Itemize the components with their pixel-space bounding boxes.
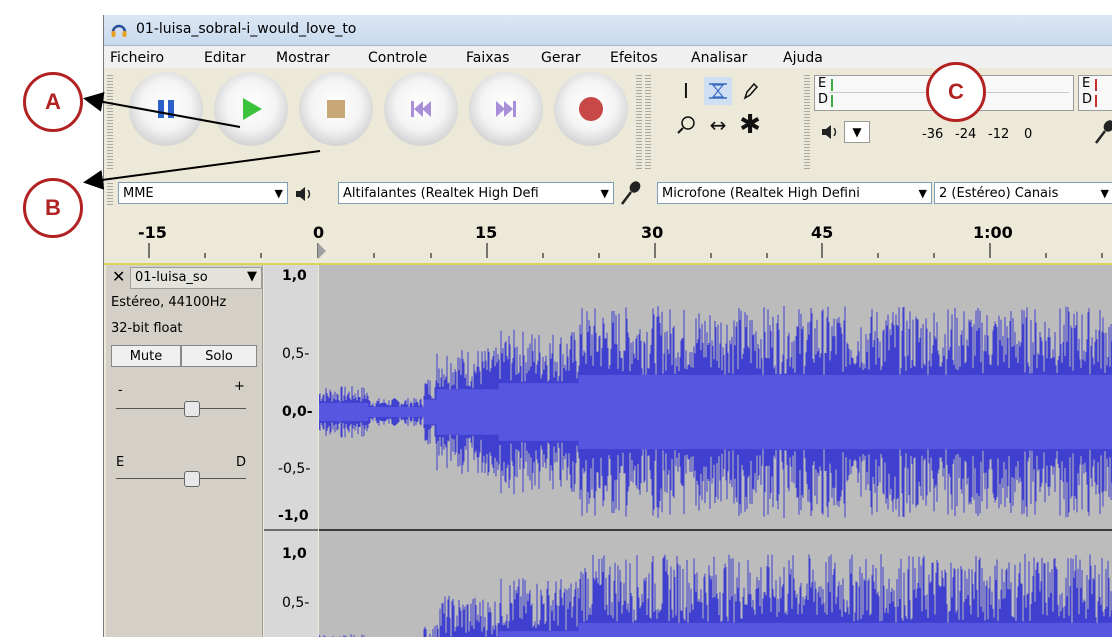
waveform	[318, 305, 1112, 637]
menu-editar[interactable]: Editar	[204, 50, 245, 66]
window-title: 01-luisa_sobral-i_would_love_to	[136, 21, 357, 37]
menu-faixas[interactable]: Faixas	[466, 50, 509, 66]
skip-to-start-button[interactable]	[384, 72, 458, 146]
input-device-select[interactable]: Microfone (Realtek High Defini ▼	[657, 182, 932, 204]
pause-icon	[158, 100, 174, 118]
waveform-display[interactable]	[318, 265, 1112, 637]
tools-toolbar-grip[interactable]	[636, 73, 642, 169]
callout-a: A	[23, 72, 83, 132]
input-device-value: Microfone (Realtek High Defini	[662, 186, 860, 201]
record-icon	[579, 97, 603, 121]
gain-slider[interactable]	[116, 401, 246, 417]
mute-button[interactable]: Mute	[111, 345, 181, 367]
menu-controle[interactable]: Controle	[368, 50, 427, 66]
menu-ajuda[interactable]: Ajuda	[783, 50, 823, 66]
meter-scale-24: -24	[955, 127, 977, 142]
title-bar: 01-luisa_sobral-i_would_love_to	[104, 15, 1112, 46]
gain-minus-label: -	[118, 383, 123, 398]
gain-plus-label: +	[234, 379, 245, 394]
record-button[interactable]	[554, 72, 628, 146]
play-button[interactable]	[214, 72, 288, 146]
meter-scale-0: 0	[1024, 127, 1033, 142]
playhead-marker	[318, 243, 326, 259]
scale-top-minus05: -0,5-	[278, 461, 311, 477]
microphone-icon	[620, 180, 642, 210]
vertical-scale: 1,0 0,5- 0,0- -0,5- -1,0 1,0 0,5-	[264, 265, 318, 637]
tools-toolbar-grip-2	[645, 73, 651, 169]
multi-tool-icon[interactable]: ✱	[736, 110, 764, 140]
menu-mostrar[interactable]: Mostrar	[276, 50, 330, 66]
chevron-down-icon: ▼	[1100, 187, 1109, 200]
headphones-icon	[111, 24, 127, 37]
pan-slider[interactable]	[116, 471, 246, 487]
menu-ficheiro[interactable]: Ficheiro	[110, 50, 164, 66]
track-area: ✕ 01-luisa_so ▼ Estéreo, 44100Hz 32-bit …	[104, 265, 1112, 637]
record-meter-right-label: D	[1082, 92, 1093, 107]
input-channels-value: 2 (Estéreo) Canais	[939, 186, 1059, 201]
scale-bottom-1: 1,0	[282, 546, 307, 562]
chevron-down-icon: ▼	[852, 125, 862, 139]
track-name-menu[interactable]: 01-luisa_so ▼	[130, 267, 262, 289]
zoom-tool-icon[interactable]	[672, 111, 700, 139]
ruler-ticks	[148, 243, 1103, 259]
transport-toolbar-grip[interactable]	[107, 73, 113, 169]
timeshift-tool-icon[interactable]: ↔	[704, 111, 732, 139]
stop-icon	[327, 100, 345, 118]
menu-efeitos[interactable]: Efeitos	[610, 50, 658, 66]
meter-scale-36: -36	[922, 127, 944, 142]
track-name: 01-luisa_so	[135, 270, 208, 285]
track-bit-depth: 32-bit float	[111, 321, 183, 336]
skip-to-end-icon	[496, 101, 516, 117]
pan-left-label: E	[116, 455, 125, 470]
record-meter-left-label: E	[1082, 76, 1091, 91]
device-toolbar: MME ▼ Altifalantes (Realtek High Defi ▼ Mi…	[104, 178, 1112, 208]
playback-meter-left-label: E	[818, 76, 827, 91]
pause-button[interactable]	[129, 72, 203, 146]
mute-label: Mute	[129, 349, 163, 364]
chevron-down-icon: ▼	[274, 187, 283, 200]
pan-right-label: D	[236, 455, 247, 470]
selection-tool-icon[interactable]: I	[672, 77, 700, 105]
stop-button[interactable]	[299, 72, 373, 146]
microphone-icon[interactable]	[1094, 119, 1112, 149]
audio-host-select[interactable]: MME ▼	[118, 182, 288, 204]
menu-gerar[interactable]: Gerar	[541, 50, 581, 66]
chevron-down-icon: ▼	[918, 187, 927, 200]
device-toolbar-grip[interactable]	[107, 181, 113, 205]
skip-to-end-button[interactable]	[469, 72, 543, 146]
scale-top-0: 0,0-	[282, 404, 313, 420]
solo-button[interactable]: Solo	[181, 345, 257, 367]
close-track-icon[interactable]: ✕	[112, 269, 128, 285]
audio-host-value: MME	[123, 186, 154, 201]
callout-b: B	[23, 178, 83, 238]
speaker-icon[interactable]	[820, 123, 840, 145]
chevron-down-icon: ▼	[247, 269, 257, 284]
output-device-value: Altifalantes (Realtek High Defi	[343, 186, 539, 201]
scale-top-05: 0,5-	[282, 346, 310, 362]
timeline-ruler[interactable]: -15 0 15 30 45 1:00	[104, 213, 1112, 265]
meter-toolbar-grip[interactable]	[804, 73, 810, 169]
chevron-down-icon: ▼	[600, 187, 609, 200]
scale-top-minus1: -1,0	[278, 508, 309, 524]
draw-tool-icon[interactable]	[736, 77, 764, 105]
envelope-tool-icon[interactable]	[704, 77, 732, 105]
menu-analisar[interactable]: Analisar	[691, 50, 747, 66]
track-format: Estéreo, 44100Hz	[111, 295, 227, 310]
speaker-icon	[294, 185, 314, 207]
callout-c: C	[926, 62, 986, 122]
solo-label: Solo	[205, 349, 233, 364]
track-control-panel: ✕ 01-luisa_so ▼ Estéreo, 44100Hz 32-bit …	[106, 265, 263, 637]
play-icon	[243, 98, 262, 120]
output-device-select[interactable]: Altifalantes (Realtek High Defi ▼	[338, 182, 614, 204]
gain-slider-thumb[interactable]	[184, 401, 200, 417]
record-meter[interactable]: E D	[1078, 75, 1112, 111]
meter-options-dropdown[interactable]: ▼	[844, 121, 870, 143]
scale-bottom-05: 0,5-	[282, 595, 310, 611]
pan-slider-thumb[interactable]	[184, 471, 200, 487]
playback-meter-right-label: D	[818, 92, 829, 107]
skip-to-start-icon	[411, 101, 431, 117]
scale-top-1: 1,0	[282, 268, 307, 284]
input-channels-select[interactable]: 2 (Estéreo) Canais ▼	[934, 182, 1112, 204]
meter-scale-12: -12	[988, 127, 1010, 142]
